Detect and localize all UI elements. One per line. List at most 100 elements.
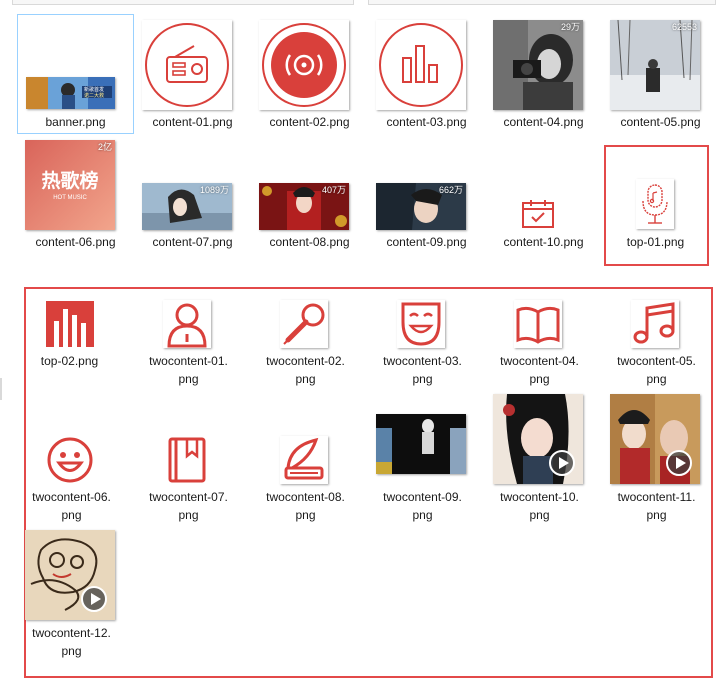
file-twocontent-05[interactable]: twocontent-05. png	[599, 292, 714, 392]
microphone-icon	[636, 179, 674, 229]
file-label: twocontent-10. png	[482, 488, 597, 524]
file-label-line-1: twocontent-02.	[266, 354, 345, 368]
file-label: twocontent-05. png	[599, 352, 714, 388]
file-content-01[interactable]: content-01.png	[135, 15, 250, 133]
file-twocontent-03[interactable]: twocontent-03. png	[365, 292, 480, 392]
file-label: twocontent-04. png	[482, 352, 597, 388]
file-label: content-04.png	[503, 115, 584, 129]
file-content-04[interactable]: 29万 content-04.png	[486, 15, 601, 133]
karaoke-mic-icon	[280, 300, 328, 348]
file-label: content-08.png	[269, 235, 350, 249]
photo-thumbnail	[610, 394, 700, 484]
file-label: twocontent-08. png	[248, 488, 363, 524]
smiley-icon	[46, 436, 94, 484]
bar-chart-icon	[376, 20, 466, 110]
file-label-line-1: twocontent-08.	[266, 490, 345, 504]
file-label-line-1: twocontent-11.	[617, 490, 696, 504]
file-label-line-1: twocontent-09.	[383, 490, 462, 504]
file-label-line-2: png	[178, 508, 199, 522]
vinyl-disc-icon	[259, 20, 349, 110]
file-twocontent-01[interactable]: twocontent-01. png	[131, 292, 246, 392]
file-label: content-03.png	[386, 115, 467, 129]
scroll-edge-marker	[0, 378, 2, 400]
file-label-line-2: png	[178, 372, 199, 386]
photo-thumbnail: 662万	[376, 183, 466, 230]
banner-thumb-text-1: 新歌首发	[84, 86, 104, 93]
banner-thumbnail: 新歌首发 诺二大救	[26, 77, 115, 109]
file-label-line-2: png	[529, 372, 550, 386]
play-count-badge: 662万	[438, 185, 463, 195]
file-label: twocontent-06. png	[14, 488, 129, 524]
file-twocontent-12[interactable]: twocontent-12. png	[14, 528, 129, 662]
file-label: twocontent-12. png	[14, 624, 129, 660]
file-label-line-2: png	[529, 508, 550, 522]
file-twocontent-10[interactable]: twocontent-10. png	[482, 392, 597, 522]
file-label-line-1: twocontent-10.	[500, 490, 579, 504]
photo-thumbnail: 62553	[610, 20, 700, 110]
file-label-line-1: twocontent-06.	[32, 490, 111, 504]
play-count-badge: 2亿	[97, 142, 112, 152]
file-twocontent-02[interactable]: twocontent-02. png	[248, 292, 363, 392]
play-icon	[81, 586, 107, 612]
file-label-line-2: png	[646, 372, 667, 386]
file-label: banner.png	[45, 115, 106, 129]
file-twocontent-07[interactable]: twocontent-07. png	[131, 392, 246, 522]
user-icon	[163, 300, 211, 348]
hot-music-thumbnail: 热歌榜 HOT MUSIC 2亿	[25, 140, 115, 230]
music-note-icon	[631, 300, 679, 348]
file-label: top-02.png	[40, 354, 99, 368]
file-label: twocontent-03. png	[365, 352, 480, 388]
file-banner[interactable]: 新歌首发 诺二大救 banner.png	[17, 14, 134, 134]
file-label: twocontent-11. png	[599, 488, 714, 524]
play-icon	[549, 450, 575, 476]
file-content-10[interactable]: content-10.png	[486, 135, 601, 253]
photo-thumbnail	[376, 414, 466, 474]
toolbar-segment-right	[368, 0, 716, 5]
file-twocontent-04[interactable]: twocontent-04. png	[482, 292, 597, 392]
file-label: content-05.png	[620, 115, 701, 129]
file-label: twocontent-09. png	[365, 488, 480, 524]
file-label-line-2: png	[61, 644, 82, 658]
photo-thumbnail	[25, 530, 115, 620]
hot-music-subtitle: HOT MUSIC	[53, 195, 87, 201]
play-icon	[666, 450, 692, 476]
file-label-line-2: png	[61, 508, 82, 522]
file-content-08[interactable]: 407万 content-08.png	[252, 135, 367, 253]
file-content-07[interactable]: 1089万 content-07.png	[135, 135, 250, 253]
file-content-05[interactable]: 62553 content-05.png	[603, 15, 718, 133]
radio-icon	[142, 20, 232, 110]
hot-music-title: 热歌榜	[41, 169, 98, 192]
file-twocontent-08[interactable]: twocontent-08. png	[248, 392, 363, 522]
file-label: twocontent-01. png	[131, 352, 246, 388]
banner-thumb-text-2: 诺二大救	[84, 92, 104, 99]
file-content-06[interactable]: 热歌榜 HOT MUSIC 2亿 content-06.png	[18, 135, 133, 253]
file-label: content-09.png	[386, 235, 467, 249]
ranking-bars-icon	[46, 301, 94, 347]
file-twocontent-11[interactable]: twocontent-11. png	[599, 392, 714, 522]
file-top-02[interactable]: top-02.png	[12, 292, 127, 392]
file-twocontent-09[interactable]: twocontent-09. png	[365, 392, 480, 522]
file-label: twocontent-07. png	[131, 488, 246, 524]
file-content-09[interactable]: 662万 content-09.png	[369, 135, 484, 253]
file-top-01[interactable]: top-01.png	[598, 135, 713, 253]
photo-thumbnail: 407万	[259, 183, 349, 230]
file-content-02[interactable]: content-02.png	[252, 15, 367, 133]
file-label-line-2: png	[295, 372, 316, 386]
file-label-line-1: twocontent-12.	[32, 626, 111, 640]
open-book-icon	[514, 300, 562, 348]
file-label: content-07.png	[152, 235, 233, 249]
calendar-icon	[521, 199, 555, 229]
file-label-line-2: png	[646, 508, 667, 522]
file-label-line-2: png	[412, 508, 433, 522]
file-content-03[interactable]: content-03.png	[369, 15, 484, 133]
file-label: content-01.png	[152, 115, 233, 129]
file-label: top-01.png	[626, 235, 685, 249]
play-count-badge: 29万	[560, 22, 580, 32]
photo-thumbnail	[493, 394, 583, 484]
play-count-badge: 62553	[671, 22, 697, 32]
quill-book-icon	[280, 436, 328, 484]
file-label: twocontent-02. png	[248, 352, 363, 388]
file-label-line-2: png	[412, 372, 433, 386]
file-label: content-10.png	[503, 235, 584, 249]
file-twocontent-06[interactable]: twocontent-06. png	[14, 392, 129, 522]
